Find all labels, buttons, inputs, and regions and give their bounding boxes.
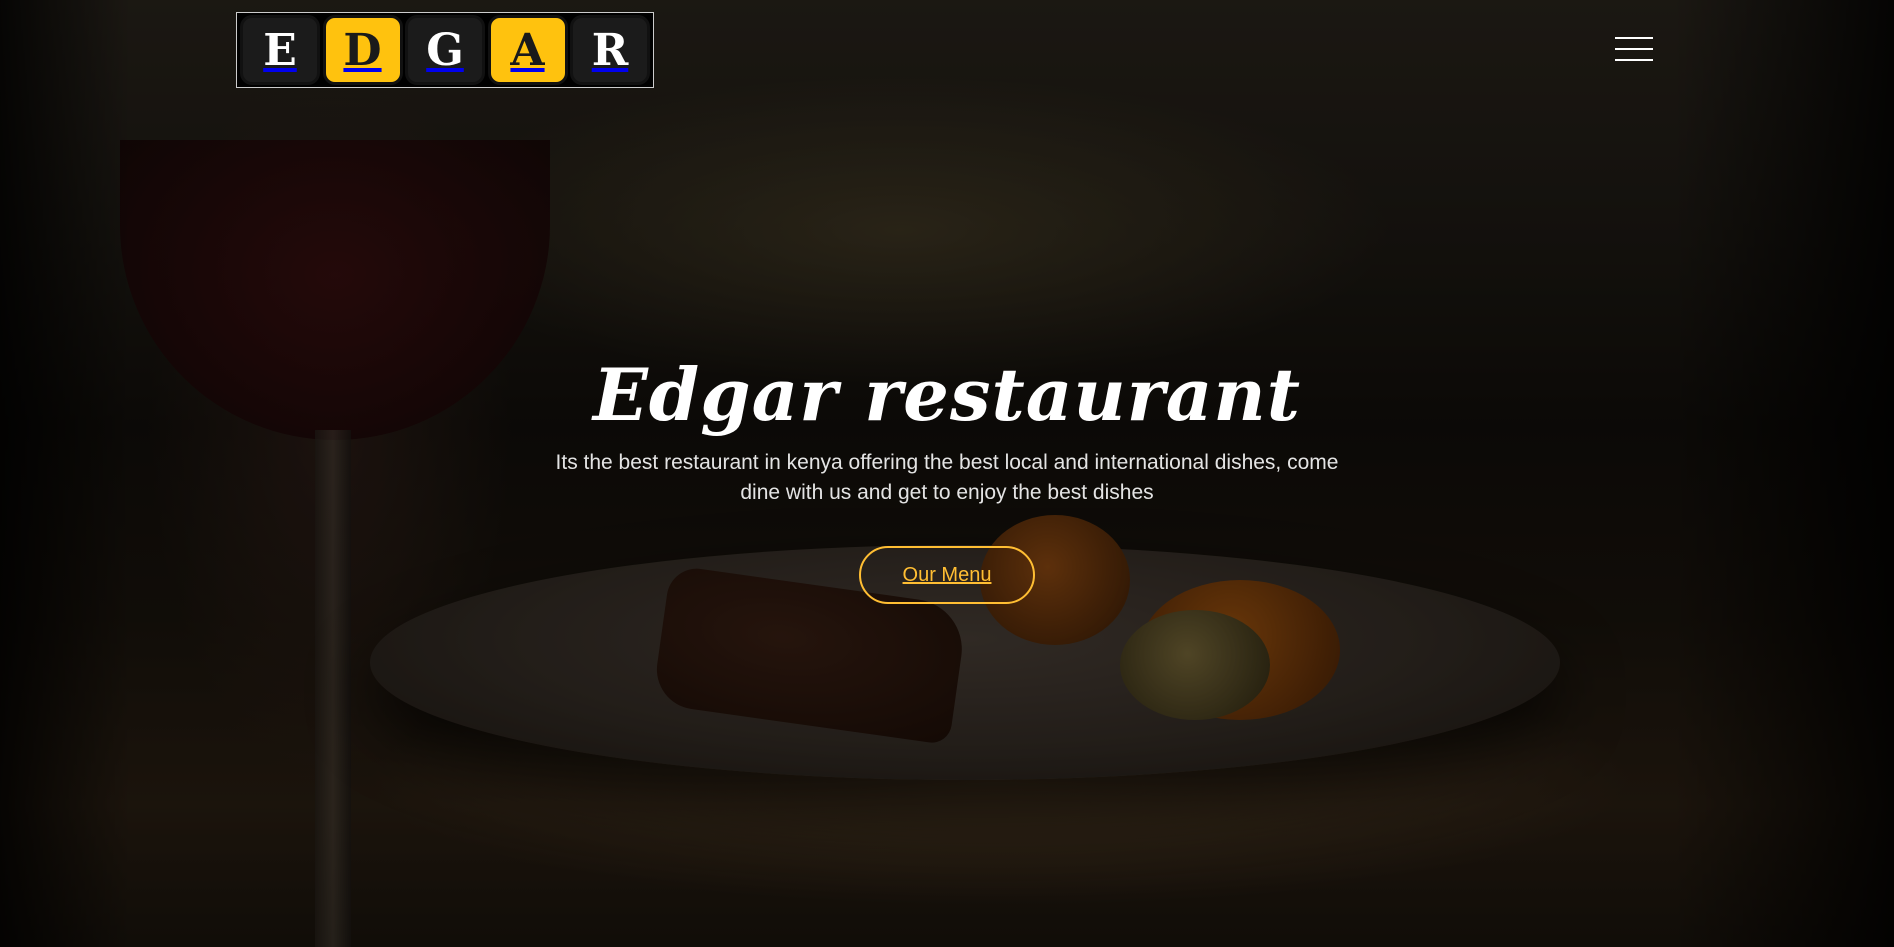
brand-logo[interactable]: E D G A R [236, 12, 654, 88]
menu-line [1615, 48, 1653, 50]
logo-letter: A [487, 15, 568, 85]
site-header: E D G A R [0, 0, 1894, 100]
hero-section: E D G A R Edgar restaurant Its the best … [0, 0, 1894, 947]
logo-letter: E [240, 15, 320, 85]
hero-description: Its the best restaurant in kenya offerin… [555, 451, 1339, 504]
logo-letter: G [405, 15, 485, 85]
menu-line [1615, 37, 1653, 39]
logo-letter: D [322, 15, 403, 85]
logo-letter: R [570, 15, 650, 85]
our-menu-button[interactable]: Our Menu [859, 546, 1035, 604]
hero-title: Edgar restaurant [593, 352, 1301, 437]
menu-line [1615, 59, 1653, 61]
hero-content: Edgar restaurant Its the best restaurant… [0, 350, 1894, 604]
hamburger-menu-icon[interactable] [1615, 37, 1653, 63]
